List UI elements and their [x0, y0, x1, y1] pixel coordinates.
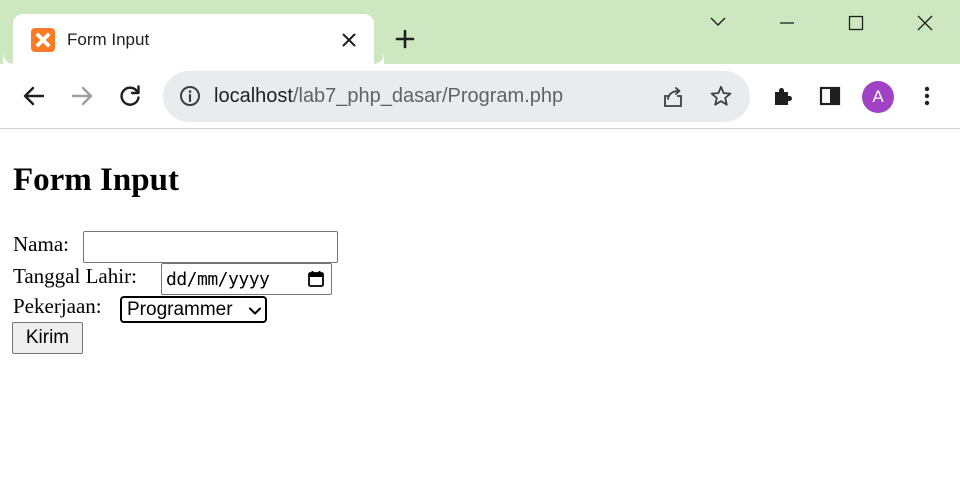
- chevron-down-icon: [248, 304, 262, 318]
- close-window-icon[interactable]: [903, 0, 947, 46]
- info-icon[interactable]: [179, 85, 201, 107]
- url-path: /lab7_php_dasar/Program.php: [292, 85, 564, 107]
- forward-arrow-icon[interactable]: [69, 83, 95, 109]
- url-text[interactable]: localhost/lab7_php_dasar/Program.php: [214, 85, 563, 108]
- star-icon[interactable]: [709, 84, 733, 108]
- browser-toolbar: localhost/lab7_php_dasar/Program.php A: [0, 64, 960, 129]
- minimize-icon[interactable]: [765, 0, 809, 46]
- reload-icon[interactable]: [117, 83, 143, 109]
- plus-icon[interactable]: [393, 27, 417, 51]
- nama-input[interactable]: [83, 231, 338, 263]
- tanggal-lahir-input[interactable]: dd/mm/yyyy: [161, 263, 332, 295]
- page-content: Form Input Nama: Tanggal Lahir: dd/mm/yy…: [0, 130, 960, 501]
- url-host: localhost: [214, 85, 293, 107]
- back-arrow-icon[interactable]: [21, 83, 47, 109]
- address-bar[interactable]: localhost/lab7_php_dasar/Program.php: [163, 71, 750, 122]
- tab-title: Form Input: [67, 30, 150, 49]
- page-title: Form Input: [13, 162, 179, 198]
- avatar[interactable]: A: [862, 81, 894, 113]
- tab-active[interactable]: Form Input: [13, 14, 384, 64]
- maximize-icon[interactable]: [834, 0, 878, 46]
- chevron-down-icon[interactable]: [696, 0, 740, 46]
- side-panel-icon[interactable]: [818, 84, 842, 108]
- pekerjaan-select[interactable]: Programmer: [120, 296, 267, 323]
- pekerjaan-label: Pekerjaan:: [13, 294, 102, 318]
- kebab-menu-icon[interactable]: [915, 84, 939, 108]
- puzzle-icon[interactable]: [771, 84, 795, 108]
- date-placeholder: dd/mm/yyyy: [166, 269, 270, 290]
- xampp-favicon-icon: [31, 28, 55, 52]
- tanggal-lahir-label: Tanggal Lahir:: [13, 264, 137, 288]
- kirim-button[interactable]: Kirim: [12, 322, 83, 354]
- nama-label: Nama:: [13, 232, 69, 256]
- close-icon[interactable]: [339, 30, 359, 50]
- calendar-icon[interactable]: [307, 270, 325, 288]
- pekerjaan-selected-value: Programmer: [127, 299, 233, 320]
- share-icon[interactable]: [661, 85, 685, 109]
- tab-strip: Form Input: [0, 0, 960, 64]
